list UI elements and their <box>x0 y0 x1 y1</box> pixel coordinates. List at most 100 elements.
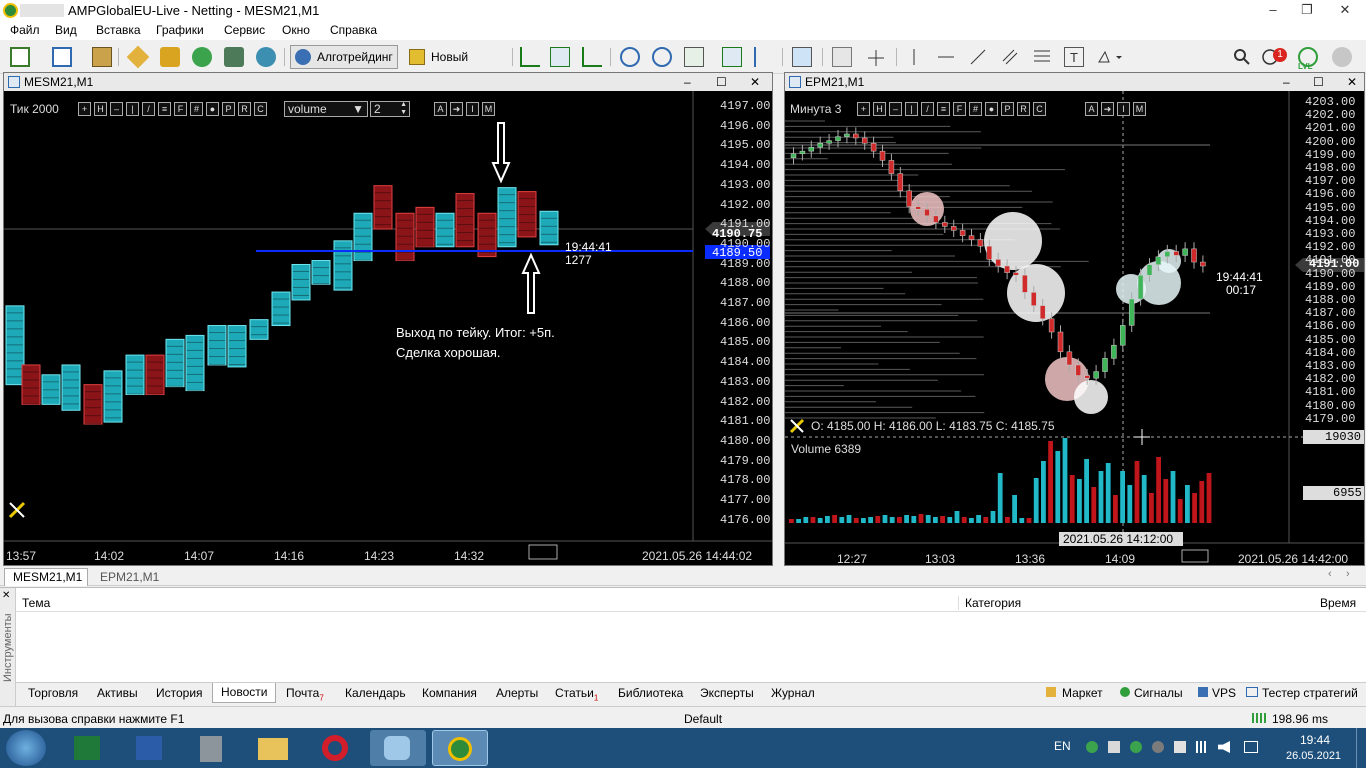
candle[interactable] <box>1066 351 1073 366</box>
candle[interactable] <box>1084 375 1090 379</box>
pill-dash-icon[interactable]: – <box>110 102 123 116</box>
fibonacci-icon[interactable] <box>1032 47 1052 67</box>
chart-tab-mesm21[interactable]: MESM21,M1 <box>4 568 88 586</box>
show-desktop-button[interactable] <box>1356 728 1366 768</box>
algotrading-button[interactable]: Алготрейдинг <box>290 45 398 69</box>
chart-close-button[interactable]: ✕ <box>1347 73 1357 91</box>
pill-plus-icon[interactable]: + <box>78 102 91 116</box>
indicator-select[interactable]: volume ▼ <box>284 101 368 117</box>
candle[interactable] <box>1191 248 1197 263</box>
pill-c-icon[interactable]: C <box>254 102 267 116</box>
tray-flag-icon[interactable] <box>1174 741 1186 753</box>
candle-chart-icon[interactable] <box>550 47 570 67</box>
chart-window-epm21[interactable]: EPM21,M1 – ☐ ✕ Минута 3 + H – | / ≡ F # … <box>784 72 1365 566</box>
market-watch-icon[interactable] <box>126 45 150 69</box>
pill-m-tool[interactable]: M <box>482 102 495 116</box>
pill-slash-icon[interactable]: / <box>921 102 934 116</box>
candle[interactable] <box>861 137 868 144</box>
terminal-icon[interactable] <box>224 47 244 67</box>
pill-p-icon[interactable]: P <box>1001 102 1014 116</box>
profiles-icon[interactable] <box>52 47 72 67</box>
candle[interactable] <box>1075 364 1082 376</box>
footprint-candle[interactable] <box>103 370 123 423</box>
footprint-candle[interactable] <box>435 212 455 248</box>
tab-news[interactable]: Новости <box>212 683 277 703</box>
tray-shield-icon[interactable] <box>1086 741 1098 753</box>
tab-journal[interactable]: Журнал <box>771 686 815 700</box>
horizontal-line-icon[interactable] <box>936 47 956 67</box>
param-stepper[interactable]: 2 ▲ ▼ <box>370 101 410 117</box>
language-indicator[interactable]: EN <box>1054 739 1071 753</box>
candle[interactable] <box>1137 274 1144 300</box>
candle[interactable] <box>924 208 930 217</box>
tab-alerts[interactable]: Алерты <box>496 686 538 700</box>
candle[interactable] <box>986 245 993 260</box>
search-icon[interactable] <box>1232 47 1252 67</box>
autoscroll-icon[interactable] <box>722 47 742 67</box>
tools-icon[interactable] <box>8 501 26 519</box>
candle[interactable] <box>808 146 815 152</box>
start-button[interactable] <box>6 730 46 766</box>
candle[interactable] <box>977 239 984 247</box>
tray-network-icon[interactable] <box>1108 741 1120 753</box>
footprint-candle[interactable] <box>311 260 331 285</box>
tab-mailbox[interactable]: Почта7 <box>286 686 324 702</box>
tab-articles[interactable]: Статьи1 <box>555 686 598 702</box>
candle[interactable] <box>968 235 975 240</box>
footprint-candle[interactable] <box>271 291 291 327</box>
templates-icon[interactable] <box>92 47 112 67</box>
pill-lines-icon[interactable]: ≡ <box>158 102 171 116</box>
time-scroll-box[interactable] <box>1181 549 1209 563</box>
pill-grid-icon[interactable]: # <box>190 102 203 116</box>
taskbar-explorer[interactable] <box>246 730 302 766</box>
indicators-icon[interactable] <box>792 47 812 67</box>
pill-r-icon[interactable]: R <box>238 102 251 116</box>
menu-help[interactable]: Справка <box>330 23 377 37</box>
candle[interactable] <box>1022 274 1028 293</box>
tray-battery-icon[interactable] <box>1244 741 1258 753</box>
candle[interactable] <box>906 190 912 207</box>
pill-fibo-icon[interactable]: F <box>953 102 966 116</box>
chart-minimize-button[interactable]: – <box>1283 73 1290 91</box>
cursor-icon[interactable] <box>832 47 852 67</box>
pill-dot-icon[interactable]: ● <box>206 102 219 116</box>
candle[interactable] <box>1013 272 1019 276</box>
menu-view[interactable]: Вид <box>55 23 77 37</box>
candle[interactable] <box>1173 251 1179 256</box>
pill-fibo-icon[interactable]: F <box>174 102 187 116</box>
bar-chart-icon[interactable] <box>520 47 540 67</box>
pill-r-icon[interactable]: R <box>1017 102 1030 116</box>
tray-app-icon[interactable] <box>1152 741 1164 753</box>
candle[interactable] <box>1102 358 1108 372</box>
menu-file[interactable]: Файл <box>10 23 40 37</box>
candle[interactable] <box>897 173 904 192</box>
candle[interactable] <box>817 142 823 148</box>
pill-bar-icon[interactable]: | <box>905 102 918 116</box>
candle[interactable] <box>1031 292 1037 306</box>
pill-arrow-tool[interactable]: ➜ <box>450 102 463 116</box>
close-button[interactable]: ✕ <box>1326 0 1364 20</box>
pill-m-tool[interactable]: M <box>1133 102 1146 116</box>
candle[interactable] <box>879 150 886 161</box>
candle[interactable] <box>933 215 939 223</box>
tab-library[interactable]: Библиотека <box>618 686 683 700</box>
taskbar-word[interactable] <box>122 730 178 766</box>
candle[interactable] <box>844 133 850 137</box>
candle[interactable] <box>790 153 797 159</box>
pill-dash-icon[interactable]: – <box>889 102 902 116</box>
column-category[interactable]: Категория <box>958 596 1021 610</box>
candle[interactable] <box>995 259 1001 267</box>
candle[interactable] <box>1004 265 1010 273</box>
footprint-candle[interactable] <box>21 364 41 405</box>
footprint-candle[interactable] <box>207 325 227 366</box>
pill-slash-icon[interactable]: / <box>142 102 155 116</box>
trendline-icon[interactable] <box>968 47 988 67</box>
candle[interactable] <box>1200 261 1206 267</box>
menu-window[interactable]: Окно <box>282 23 310 37</box>
candle[interactable] <box>1128 298 1135 326</box>
tab-trade[interactable]: Торговля <box>28 686 78 700</box>
candle[interactable] <box>1111 344 1117 359</box>
taskbar-wifi[interactable] <box>370 730 426 766</box>
zoom-out-icon[interactable] <box>652 47 672 67</box>
footprint-candle[interactable] <box>539 210 559 246</box>
